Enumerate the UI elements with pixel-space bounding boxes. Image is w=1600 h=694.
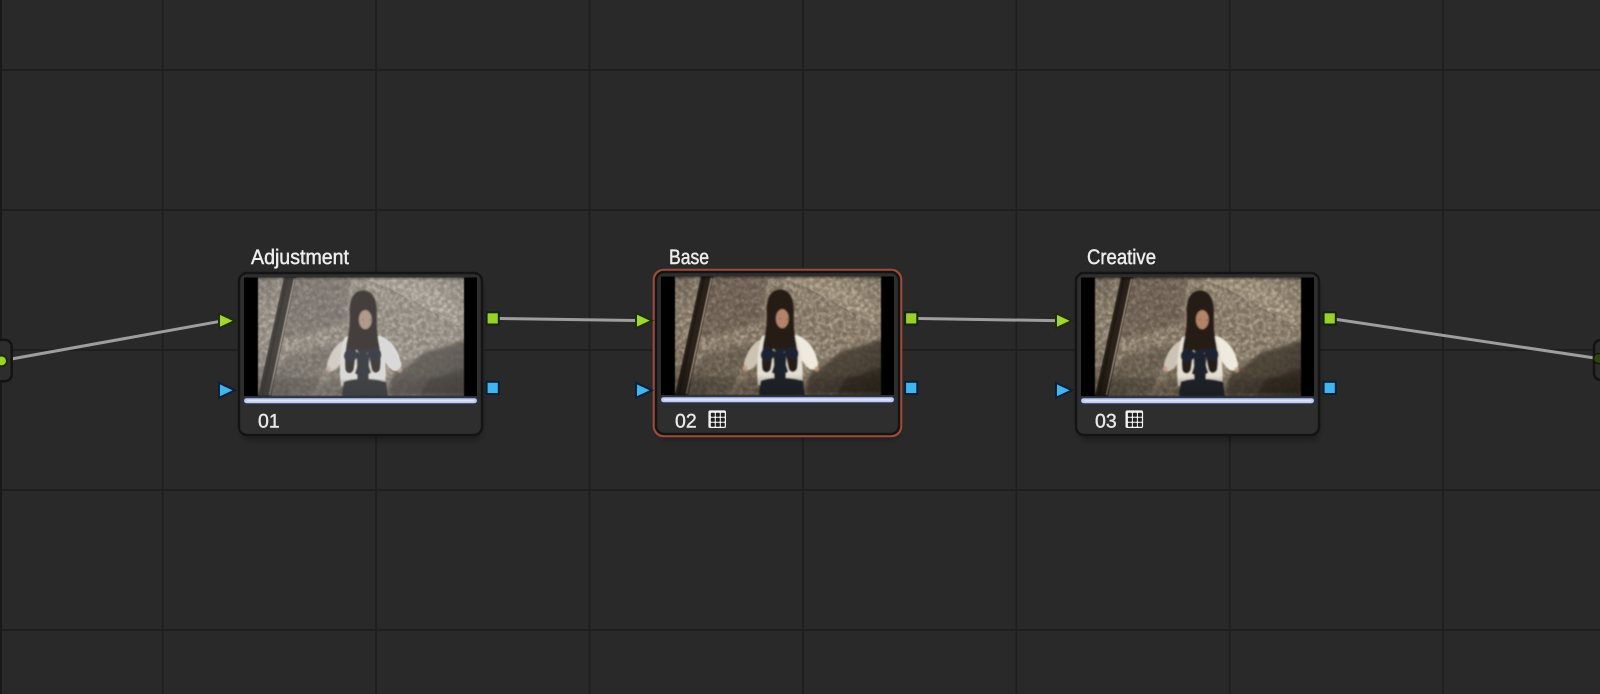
- svg-text:Creative: Creative: [1087, 246, 1156, 269]
- svg-text:Base: Base: [669, 246, 709, 269]
- svg-text:01: 01: [258, 411, 280, 433]
- svg-text:02: 02: [675, 411, 697, 433]
- svg-text:Adjustment: Adjustment: [251, 246, 349, 269]
- svg-text:03: 03: [1095, 411, 1117, 433]
